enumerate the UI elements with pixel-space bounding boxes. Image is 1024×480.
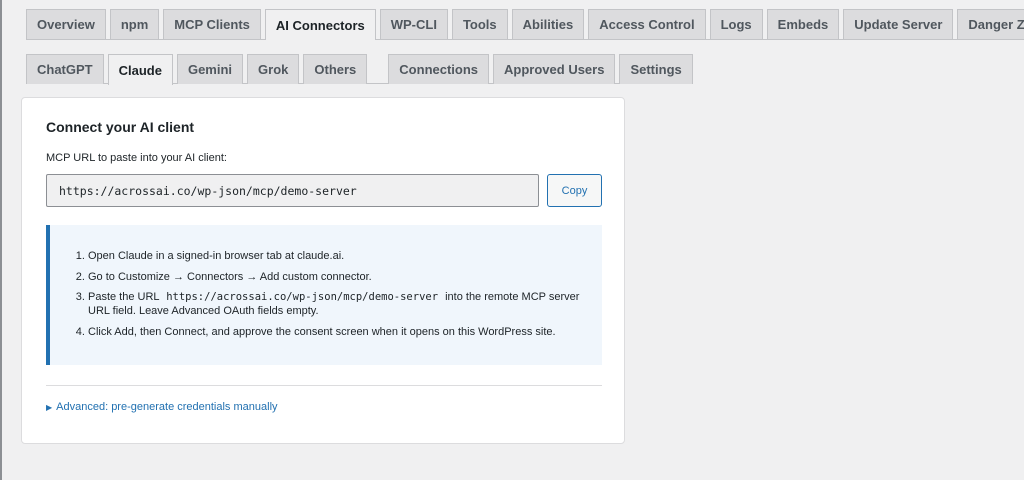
tab-overview[interactable]: Overview [26, 9, 106, 39]
tab-embeds[interactable]: Embeds [766, 9, 840, 39]
tab-danger-zone[interactable]: Danger Zone [957, 9, 1024, 39]
mcp-url-input[interactable] [46, 174, 539, 207]
subtab-claude[interactable]: Claude [107, 54, 173, 85]
instructions-list: Open Claude in a signed-in browser tab a… [74, 249, 598, 345]
tab-tools[interactable]: Tools [451, 9, 508, 39]
instruction-step: Open Claude in a signed-in browser tab a… [88, 249, 598, 263]
tab-update-server[interactable]: Update Server [843, 9, 954, 39]
tab-access-control[interactable]: Access Control [588, 9, 706, 39]
subtab-others[interactable]: Others [303, 54, 368, 84]
sub-tab-separator [375, 54, 376, 84]
connect-card: Connect your AI client MCP URL to paste … [21, 97, 625, 444]
tab-mcp-clients[interactable]: MCP Clients [163, 9, 261, 39]
subtab-chatgpt[interactable]: ChatGPT [26, 54, 104, 84]
subtab-gemini[interactable]: Gemini [176, 54, 244, 84]
instruction-step: Click Add, then Connect, and approve the… [88, 325, 598, 339]
mcp-url-label: MCP URL to paste into your AI client: [46, 152, 227, 164]
instructions-notice: Open Claude in a signed-in browser tab a… [46, 225, 602, 365]
advanced-toggle[interactable]: ▶ Advanced: pre-generate credentials man… [46, 401, 278, 413]
url-code: https://acrossai.co/wp-json/mcp/demo-ser… [166, 291, 439, 303]
tab-logs[interactable]: Logs [709, 9, 763, 39]
copy-button[interactable]: Copy [547, 174, 602, 207]
sub-tab-bar: ChatGPT Claude Gemini Grok Others Connec… [26, 54, 1024, 85]
tab-abilities[interactable]: Abilities [511, 9, 585, 39]
tab-wp-cli[interactable]: WP-CLI [379, 9, 448, 39]
subtab-approved-users[interactable]: Approved Users [493, 54, 616, 84]
card-title: Connect your AI client [46, 119, 195, 135]
subtab-grok[interactable]: Grok [247, 54, 300, 84]
main-tab-bar: Overview npm MCP Clients AI Connectors W… [26, 9, 1024, 40]
triangle-right-icon: ▶ [46, 402, 53, 412]
advanced-label: Advanced: pre-generate credentials manua… [56, 401, 278, 413]
subtab-connections[interactable]: Connections [388, 54, 490, 84]
card-divider [46, 385, 602, 386]
tab-npm[interactable]: npm [109, 9, 160, 39]
step-text: Paste the URL [88, 291, 160, 303]
tab-ai-connectors[interactable]: AI Connectors [264, 9, 376, 40]
instruction-step: Paste the URL https://acrossai.co/wp-jso… [88, 290, 598, 318]
instruction-step: Go to Customize → Connectors → Add custo… [88, 270, 598, 284]
subtab-settings[interactable]: Settings [619, 54, 693, 84]
